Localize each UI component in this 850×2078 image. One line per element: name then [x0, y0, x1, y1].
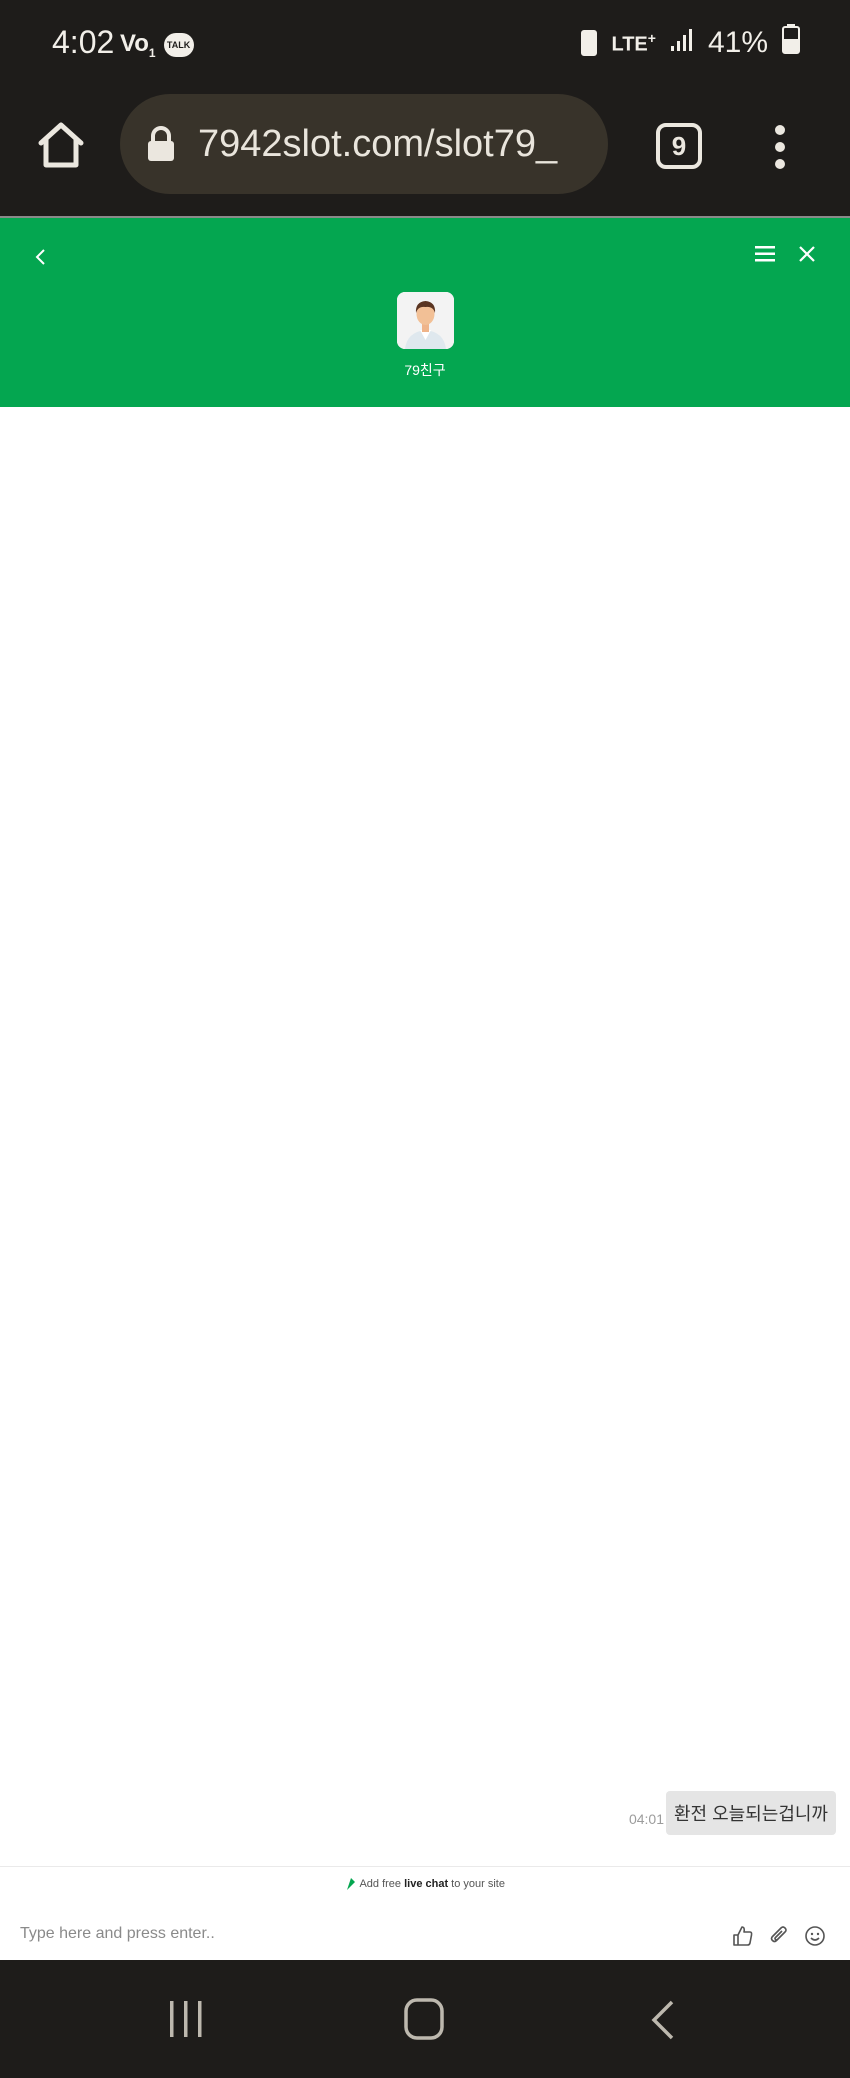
sim-number: 1 — [148, 45, 156, 60]
chevron-left-icon — [35, 249, 45, 265]
status-right-group: LTE+ 41% — [581, 24, 800, 62]
powered-prefix: Add free — [359, 1877, 405, 1890]
emoji-button[interactable] — [804, 1925, 826, 1947]
browser-menu-button[interactable] — [766, 124, 794, 170]
powered-suffix: to your site — [448, 1877, 505, 1890]
live-chat-widget: 79친구 04:01 환전 오늘되는겁니까 Add free live chat… — [0, 216, 850, 1960]
attach-button[interactable] — [768, 1925, 790, 1947]
volte-icon: Vo1 — [120, 30, 156, 60]
agent-avatar-icon — [397, 292, 454, 349]
url-text: 7942slot.com/slot79_ — [198, 122, 558, 165]
message-text: 환전 오늘되는겁니까 — [673, 1804, 828, 1824]
status-time: 4:02 — [52, 24, 115, 60]
chat-close-button[interactable] — [797, 244, 817, 264]
recents-button[interactable] — [168, 2000, 204, 2038]
chat-menu-button[interactable] — [753, 244, 777, 264]
network-plus: + — [647, 29, 656, 46]
signal-icon — [670, 26, 694, 60]
message-composer: Add free live chat to your site — [0, 1866, 850, 1960]
home-icon — [38, 122, 84, 168]
volte-label: Vo — [120, 30, 149, 57]
agent-name: 79친구 — [404, 362, 446, 378]
tab-switcher-button[interactable]: 9 — [656, 123, 702, 169]
rate-button[interactable] — [732, 1925, 754, 1947]
composer-tools — [732, 1925, 826, 1947]
battery-percent: 41% — [707, 26, 768, 59]
message-list: 04:01 환전 오늘되는겁니까 — [0, 407, 850, 1855]
powered-by-banner[interactable]: Add free live chat to your site — [0, 1877, 850, 1891]
smiley-icon — [805, 1926, 825, 1946]
status-notification-icons: Vo1 TALK — [120, 30, 194, 60]
tab-count: 9 — [671, 130, 687, 161]
browser-toolbar: 7942slot.com/slot79_ 9 — [0, 88, 850, 216]
back-nav-icon — [651, 2000, 674, 2040]
talk-label: TALK — [166, 39, 191, 50]
powered-link[interactable]: live chat — [404, 1878, 448, 1890]
back-nav-button[interactable] — [650, 2000, 676, 2040]
visitor-message-bubble: 환전 오늘되는겁니까 — [665, 1791, 836, 1835]
chat-back-button[interactable] — [30, 246, 52, 268]
message-input[interactable] — [18, 1921, 698, 1947]
more-vert-icon — [775, 125, 785, 169]
home-nav-button[interactable] — [404, 1998, 444, 2040]
hamburger-menu-icon — [755, 246, 775, 262]
home-nav-icon — [404, 1998, 444, 2040]
thumbs-up-icon — [733, 1926, 753, 1946]
paperclip-icon — [770, 1926, 787, 1943]
network-type: LTE+ — [611, 30, 655, 57]
network-label: LTE — [611, 33, 648, 56]
battery-saver-icon — [581, 30, 598, 56]
recents-icon — [170, 2001, 202, 2037]
message-timestamp: 04:01 — [628, 1811, 664, 1827]
address-bar[interactable]: 7942slot.com/slot79_ — [120, 94, 608, 194]
status-bar: 4:02 Vo1 TALK LTE+ 41% — [0, 0, 850, 88]
home-button[interactable] — [36, 120, 86, 170]
system-navigation-bar — [0, 1960, 850, 2078]
chat-header: 79친구 — [0, 218, 850, 407]
close-icon — [799, 246, 815, 262]
agent-avatar — [397, 292, 454, 349]
battery-icon — [782, 24, 800, 62]
kakaotalk-icon: TALK — [163, 32, 194, 57]
lock-icon — [148, 126, 174, 161]
tawk-logo-icon — [347, 1878, 355, 1890]
